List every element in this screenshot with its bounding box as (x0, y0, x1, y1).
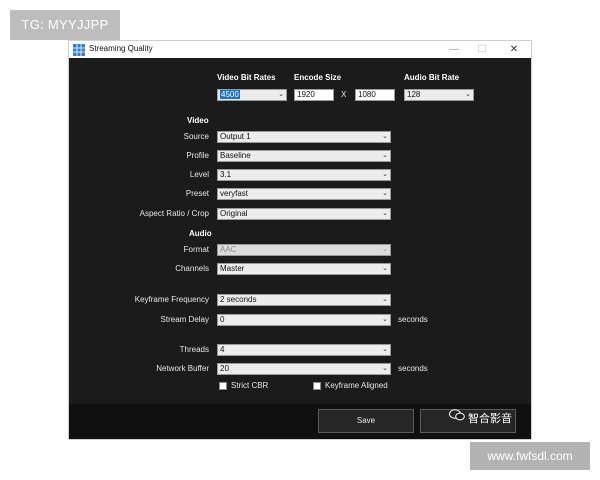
aspect-ratio-select[interactable]: Original ⌄ (217, 208, 391, 220)
level-value: 3.1 (220, 170, 232, 179)
network-buffer-label: Network Buffer (156, 364, 209, 373)
profile-value: Baseline (220, 151, 251, 160)
audio-bit-rate-select[interactable]: 128 ⌄ (404, 89, 474, 101)
strict-cbr-label: Strict CBR (231, 381, 269, 390)
stream-delay-select[interactable]: 0 ⌄ (217, 314, 391, 326)
chevron-down-icon: ⌄ (382, 133, 388, 140)
preset-select[interactable]: veryfast ⌄ (217, 188, 391, 200)
encode-size-separator: X (341, 90, 347, 99)
minimize-button[interactable]: — (441, 41, 467, 58)
source-label: Source (183, 132, 209, 141)
chevron-down-icon: ⌄ (382, 365, 388, 372)
audio-section-header: Audio (189, 229, 212, 238)
network-buffer-value: 20 (220, 364, 229, 373)
keyframe-frequency-label: Keyframe Frequency (134, 295, 209, 304)
chevron-down-icon: ⌄ (382, 190, 388, 197)
aspect-ratio-label: Aspect Ratio / Crop (139, 209, 209, 218)
video-bit-rate-value: 4500 (220, 90, 240, 99)
audio-bit-rate-value: 128 (407, 90, 421, 99)
format-select: AAC ⌄ (217, 244, 391, 256)
watermark-top-left: TG: MYYJJPP (10, 10, 120, 40)
threads-label: Threads (179, 345, 209, 354)
wechat-icon (449, 409, 465, 421)
video-section-header: Video (187, 116, 209, 125)
threads-value: 4 (220, 345, 225, 354)
level-label: Level (189, 170, 209, 179)
chevron-down-icon: ⌄ (382, 316, 388, 323)
preset-value: veryfast (220, 189, 249, 198)
chevron-down-icon: ⌄ (382, 210, 388, 217)
chevron-down-icon: ⌄ (465, 91, 471, 98)
stream-delay-unit: seconds (398, 315, 428, 324)
chevron-down-icon: ⌄ (382, 346, 388, 353)
encode-size-label: Encode Size (294, 73, 342, 82)
chevron-down-icon: ⌄ (382, 152, 388, 159)
chevron-down-icon: ⌄ (278, 91, 284, 98)
stream-delay-label: Stream Delay (160, 315, 209, 324)
preset-label: Preset (185, 189, 209, 198)
keyframe-frequency-select[interactable]: 2 seconds ⌄ (217, 294, 391, 306)
aspect-ratio-value: Original (220, 209, 248, 218)
channels-value: Master (220, 264, 245, 273)
chevron-down-icon: ⌄ (382, 246, 388, 253)
chevron-down-icon: ⌄ (382, 171, 388, 178)
streaming-quality-window: Streaming Quality — ☐ ✕ Video Bit Rates … (68, 40, 532, 440)
stream-delay-value: 0 (220, 315, 225, 324)
format-value: AAC (220, 245, 237, 254)
chevron-down-icon: ⌄ (382, 265, 388, 272)
encode-height-input[interactable]: 1080 (355, 89, 395, 101)
profile-label: Profile (186, 151, 209, 160)
maximize-button[interactable]: ☐ (469, 41, 495, 58)
format-label: Format (183, 245, 209, 254)
watermark-bottom-right: www.fwfsdl.com (470, 442, 590, 470)
network-buffer-select[interactable]: 20 ⌄ (217, 363, 391, 375)
close-button[interactable]: ✕ (501, 41, 527, 58)
window-title: Streaming Quality (89, 44, 153, 53)
chevron-down-icon: ⌄ (382, 296, 388, 303)
video-bit-rates-label: Video Bit Rates (217, 73, 276, 82)
title-bar: Streaming Quality — ☐ ✕ (69, 41, 531, 58)
video-bit-rate-select[interactable]: 4500 ⌄ (217, 89, 287, 101)
source-value: Output 1 (220, 132, 251, 141)
strict-cbr-checkbox[interactable] (219, 382, 227, 390)
save-button[interactable]: Save (318, 409, 414, 433)
source-select[interactable]: Output 1 ⌄ (217, 131, 391, 143)
keyframe-aligned-checkbox[interactable] (313, 382, 321, 390)
wechat-watermark: 智合影音 (468, 413, 512, 425)
keyframe-frequency-value: 2 seconds (220, 295, 257, 304)
profile-select[interactable]: Baseline ⌄ (217, 150, 391, 162)
network-buffer-unit: seconds (398, 364, 428, 373)
channels-select[interactable]: Master ⌄ (217, 263, 391, 275)
channels-label: Channels (175, 264, 209, 273)
encode-width-input[interactable]: 1920 (294, 89, 334, 101)
threads-select[interactable]: 4 ⌄ (217, 344, 391, 356)
grid-icon (73, 44, 85, 56)
level-select[interactable]: 3.1 ⌄ (217, 169, 391, 181)
keyframe-aligned-label: Keyframe Aligned (325, 381, 388, 390)
audio-bit-rate-label: Audio Bit Rate (404, 73, 460, 82)
